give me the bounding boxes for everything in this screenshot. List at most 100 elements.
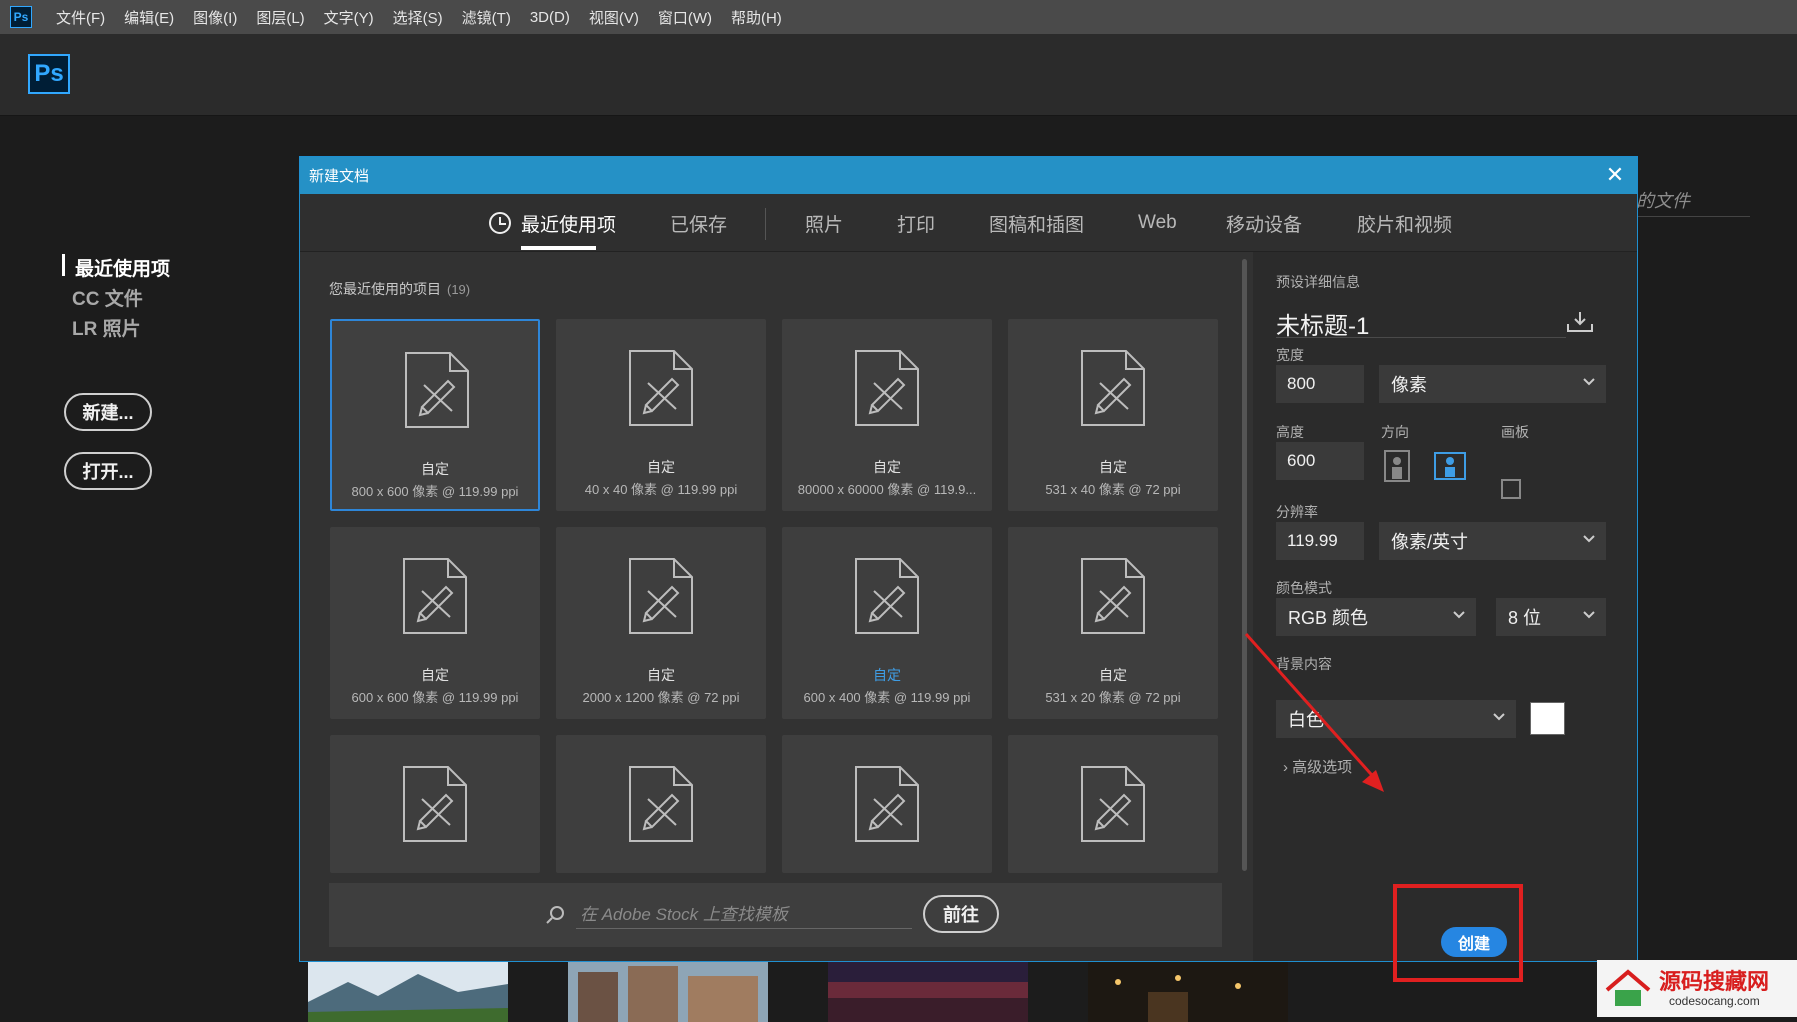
- preset-card[interactable]: [1008, 735, 1218, 873]
- clock-icon: [489, 212, 511, 234]
- color-mode-value: RGB 颜色: [1288, 608, 1369, 628]
- preset-name: 自定: [1099, 667, 1127, 683]
- tab-print[interactable]: 打印: [897, 194, 935, 252]
- watermark-title: 源码搜藏网: [1659, 969, 1770, 994]
- preset-info: 2000 x 1200 像素 @ 72 ppi: [582, 690, 740, 705]
- preset-name: 自定: [873, 667, 901, 683]
- preset-info: 531 x 40 像素 @ 72 ppi: [1045, 482, 1181, 497]
- preset-details-panel: 预设详细信息 未标题-1 宽度 800 像素 高度 方向 画板 600 分辨率 …: [1253, 252, 1637, 982]
- width-unit-select[interactable]: 像素: [1379, 365, 1606, 403]
- width-label: 宽度: [1276, 347, 1304, 363]
- preset-card[interactable]: 自定 80000 x 60000 像素 @ 119.9...: [782, 319, 992, 511]
- presets-scrollbar[interactable]: [1242, 259, 1247, 871]
- search-icon: [546, 906, 564, 924]
- recent-thumbnail-buildings[interactable]: [568, 962, 768, 1022]
- preset-name: 自定: [1099, 459, 1127, 475]
- resolution-label: 分辨率: [1276, 504, 1318, 520]
- preset-card[interactable]: [782, 735, 992, 873]
- document-icon: [855, 350, 919, 426]
- nav-item-cc-files[interactable]: CC 文件: [62, 284, 170, 310]
- document-icon: [629, 558, 693, 634]
- dialog-title: 新建文档: [309, 168, 370, 185]
- document-name-field[interactable]: 未标题-1: [1276, 306, 1566, 340]
- menu-edit[interactable]: 编辑(E): [124, 7, 174, 28]
- chevron-down-icon: [1583, 611, 1595, 619]
- create-button[interactable]: 创建: [1441, 927, 1507, 957]
- color-mode-select[interactable]: RGB 颜色: [1276, 598, 1476, 636]
- document-icon: [1081, 350, 1145, 426]
- advanced-options-toggle[interactable]: › 高级选项: [1283, 756, 1352, 777]
- background-color-swatch[interactable]: [1530, 702, 1565, 735]
- tab-divider: [765, 208, 766, 240]
- preset-card[interactable]: 自定 2000 x 1200 像素 @ 72 ppi: [556, 527, 766, 719]
- preset-card[interactable]: [556, 735, 766, 873]
- menu-filter[interactable]: 滤镜(T): [462, 7, 511, 28]
- go-button[interactable]: 前往: [923, 895, 999, 933]
- recent-items-label: 您最近使用的项目: [329, 281, 441, 297]
- landscape-icon[interactable]: [1433, 449, 1467, 483]
- menu-select[interactable]: 选择(S): [393, 7, 443, 28]
- document-icon: [1081, 558, 1145, 634]
- chevron-down-icon: [1583, 378, 1595, 386]
- recent-files-heading: 的文件: [1636, 191, 1690, 211]
- preset-name: 自定: [873, 459, 901, 475]
- preset-card[interactable]: 自定 531 x 20 像素 @ 72 ppi: [1008, 527, 1218, 719]
- document-icon: [403, 766, 467, 842]
- tab-photo[interactable]: 照片: [805, 194, 843, 252]
- recent-thumbnail-sunset[interactable]: [828, 962, 1028, 1022]
- preset-card[interactable]: 自定 600 x 400 像素 @ 119.99 ppi: [782, 527, 992, 719]
- height-input[interactable]: 600: [1276, 442, 1364, 480]
- menu-view[interactable]: 视图(V): [589, 7, 639, 28]
- recent-items-count: (19): [447, 282, 471, 297]
- tab-mobile[interactable]: 移动设备: [1226, 194, 1302, 252]
- preset-card[interactable]: 自定 531 x 40 像素 @ 72 ppi: [1008, 319, 1218, 511]
- preset-card[interactable]: [330, 735, 540, 873]
- menu-type[interactable]: 文字(Y): [324, 7, 374, 28]
- photoshop-logo-icon: Ps: [28, 54, 70, 94]
- new-button[interactable]: 新建...: [64, 393, 152, 431]
- artboard-checkbox[interactable]: [1501, 479, 1521, 499]
- nav-item-recent[interactable]: 最近使用项: [62, 254, 170, 280]
- preset-name: 自定: [421, 461, 449, 477]
- portrait-icon[interactable]: [1383, 449, 1411, 483]
- start-nav: 最近使用项 CC 文件 LR 照片: [62, 254, 170, 344]
- tab-art-illustration[interactable]: 图稿和插图: [989, 194, 1084, 252]
- orientation-label: 方向: [1381, 424, 1409, 440]
- nav-item-lr-photos[interactable]: LR 照片: [62, 314, 170, 340]
- open-button[interactable]: 打开...: [64, 452, 152, 490]
- close-icon[interactable]: ✕: [1603, 162, 1627, 187]
- tab-saved[interactable]: 已保存: [670, 194, 727, 252]
- artboard-label: 画板: [1501, 424, 1529, 440]
- background-label: 背景内容: [1276, 656, 1332, 672]
- recent-thumbnail-mountains[interactable]: [308, 962, 508, 1022]
- photoshop-logo-icon: Ps: [10, 6, 32, 28]
- preset-card[interactable]: 自定 40 x 40 像素 @ 119.99 ppi: [556, 319, 766, 511]
- menu-image[interactable]: 图像(I): [193, 7, 237, 28]
- workspace-header: Ps: [0, 34, 1797, 116]
- recent-thumbnail-street[interactable]: [1088, 962, 1288, 1022]
- menu-layer[interactable]: 图层(L): [256, 7, 304, 28]
- preset-card[interactable]: 自定 600 x 600 像素 @ 119.99 ppi: [330, 527, 540, 719]
- resolution-input[interactable]: 119.99: [1276, 522, 1364, 560]
- stock-search-input[interactable]: [576, 901, 912, 929]
- color-mode-label: 颜色模式: [1276, 580, 1332, 596]
- width-input[interactable]: 800: [1276, 365, 1364, 403]
- menu-help[interactable]: 帮助(H): [731, 7, 782, 28]
- preset-name: 自定: [647, 667, 675, 683]
- preset-info: 600 x 400 像素 @ 119.99 ppi: [803, 690, 971, 705]
- preset-card[interactable]: 自定 800 x 600 像素 @ 119.99 ppi: [330, 319, 540, 511]
- menu-window[interactable]: 窗口(W): [658, 7, 712, 28]
- stock-search-bar: 前往: [329, 883, 1222, 947]
- document-icon: [855, 558, 919, 634]
- tab-web[interactable]: Web: [1138, 194, 1177, 252]
- menu-3d[interactable]: 3D(D): [530, 9, 570, 26]
- resolution-unit-select[interactable]: 像素/英寸: [1379, 522, 1606, 560]
- tab-recent-label: 最近使用项: [521, 214, 617, 236]
- bit-depth-select[interactable]: 8 位: [1496, 598, 1606, 636]
- save-preset-icon[interactable]: [1565, 310, 1595, 334]
- background-select[interactable]: 白色: [1276, 700, 1516, 738]
- width-unit-value: 像素: [1391, 375, 1427, 395]
- menu-file[interactable]: 文件(F): [56, 7, 105, 28]
- tab-recent[interactable]: 最近使用项: [489, 194, 616, 252]
- tab-film-video[interactable]: 胶片和视频: [1357, 194, 1452, 252]
